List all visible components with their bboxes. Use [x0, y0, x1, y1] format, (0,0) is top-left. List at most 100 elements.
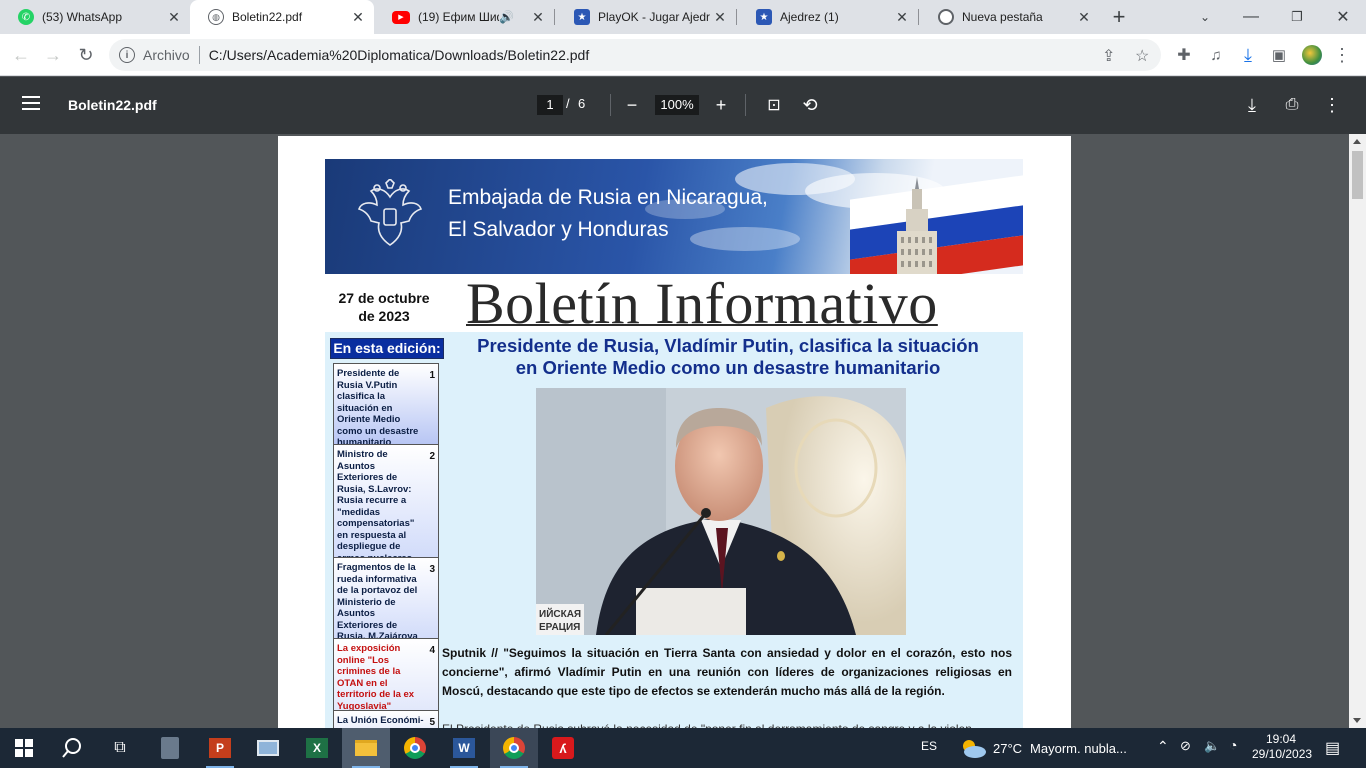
- powerpoint-icon: P: [209, 738, 231, 758]
- total-pages: 6: [578, 96, 586, 111]
- bookmark-star-icon[interactable]: ☆: [1135, 46, 1149, 66]
- clock[interactable]: 19:04 29/10/2023: [1252, 732, 1313, 762]
- downloads-icon[interactable]: ⤓: [1233, 40, 1263, 70]
- network-offline-icon[interactable]: ⊘: [1180, 738, 1191, 754]
- search-button[interactable]: [48, 728, 96, 768]
- article-photo: ИЙСКАЯ ЕРАЦИЯ: [536, 388, 906, 635]
- tab-nueva-pestana[interactable]: Nueva pestaña ✕: [920, 0, 1100, 34]
- url-text[interactable]: C:/Users/Academia%20Diplomatica/Download…: [209, 47, 590, 63]
- zoom-input[interactable]: 100%: [655, 95, 699, 115]
- toc-page-number: 2: [429, 451, 435, 462]
- network-app[interactable]: [244, 728, 292, 768]
- toc-item-text: La exposición online "Los crimines de la…: [337, 643, 415, 712]
- pdf-page: Embajada de Rusia en Nicaragua, El Salva…: [278, 136, 1071, 736]
- task-view-icon: ⧉: [114, 739, 126, 756]
- issue-date-line1: 27 de octubre: [338, 290, 430, 306]
- tab-whatsapp[interactable]: ✆ (53) WhatsApp ✕: [0, 0, 190, 34]
- cloud-sun-icon: [963, 740, 986, 758]
- close-icon[interactable]: ✕: [164, 9, 184, 26]
- share-icon[interactable]: ⇪: [1102, 46, 1115, 66]
- profile-avatar[interactable]: [1297, 40, 1327, 70]
- file-explorer-app[interactable]: [342, 728, 390, 768]
- search-icon: [62, 738, 81, 758]
- close-icon[interactable]: ✕: [710, 9, 730, 26]
- article-lead-paragraph: Sputnik // "Seguimos la situación en Tie…: [442, 646, 1012, 698]
- tab-ajedrez[interactable]: ★ Ajedrez (1) ✕: [738, 0, 918, 34]
- scroll-up-arrow-icon[interactable]: [1353, 139, 1361, 144]
- fit-to-page-icon[interactable]: ⊡: [762, 93, 786, 117]
- calculator-app[interactable]: [146, 728, 194, 768]
- excel-app[interactable]: X: [293, 728, 341, 768]
- forward-button[interactable]: →: [38, 40, 68, 70]
- acrobat-app[interactable]: ʎ: [539, 728, 587, 768]
- whatsapp-icon: ✆: [18, 9, 34, 25]
- toc-item[interactable]: Ministro de Asuntos Exteriores de Rusia,…: [333, 444, 439, 587]
- close-icon[interactable]: ✕: [892, 9, 912, 26]
- back-button[interactable]: ←: [6, 40, 36, 70]
- photo-caption-line2: ЕРАЦИЯ: [539, 622, 580, 633]
- chrome-icon: [938, 9, 954, 25]
- toc-item[interactable]: La exposición online "Los crimines de la…: [333, 638, 439, 712]
- scrollbar-thumb[interactable]: [1352, 151, 1363, 199]
- tab-title: Boletin22.pdf: [232, 10, 303, 24]
- tab-title: (53) WhatsApp: [42, 10, 123, 24]
- restore-button[interactable]: ❐: [1274, 0, 1320, 34]
- chrome-icon: [503, 737, 525, 759]
- close-icon[interactable]: ✕: [1074, 9, 1094, 26]
- toc-item-text: La Unión Económi-: [337, 715, 424, 726]
- tab-youtube[interactable]: ▶ (19) Ефим Шифр 🔊 ✕: [374, 0, 554, 34]
- new-tab-button[interactable]: +: [1106, 0, 1132, 34]
- chrome-icon: [404, 737, 426, 759]
- close-icon[interactable]: ✕: [528, 9, 548, 26]
- address-bar[interactable]: i Archivo C:/Users/Academia%20Diplomatic…: [109, 39, 1161, 71]
- reload-button[interactable]: ↻: [71, 40, 101, 70]
- more-options-icon[interactable]: ⋮: [1320, 93, 1344, 117]
- menu-kebab-icon[interactable]: ⋮: [1327, 40, 1357, 70]
- show-hidden-icons-chevron-icon[interactable]: ⌃: [1157, 738, 1169, 755]
- weather-widget[interactable]: 27°C Mayorm. nubla...: [959, 736, 1127, 760]
- info-icon[interactable]: i: [119, 47, 135, 63]
- menu-hamburger-icon[interactable]: [22, 96, 40, 110]
- media-control-icon[interactable]: ♫: [1201, 40, 1231, 70]
- chrome-app-active[interactable]: [490, 728, 538, 768]
- issue-date: 27 de octubre de 2023: [336, 289, 432, 325]
- wifi-icon[interactable]: ◔: [1229, 737, 1237, 753]
- toc-item[interactable]: Presidente de Rusia V.Putin clasifica la…: [333, 363, 439, 448]
- chrome-app[interactable]: [391, 728, 439, 768]
- toc-item[interactable]: Fragmentos de la rueda informativa de la…: [333, 557, 439, 642]
- minimize-button[interactable]: —: [1228, 0, 1274, 34]
- side-panel-icon[interactable]: ▣: [1264, 40, 1294, 70]
- notifications-icon[interactable]: ▤: [1325, 738, 1340, 758]
- folder-icon: [355, 740, 377, 756]
- clock-time: 19:04: [1265, 732, 1297, 746]
- start-button[interactable]: [0, 728, 48, 768]
- pdf-filename: Boletin22.pdf: [68, 97, 157, 113]
- putin-photo-illustration: ИЙСКАЯ ЕРАЦИЯ: [536, 388, 906, 635]
- zoom-in-button[interactable]: +: [709, 93, 733, 117]
- toc-heading: En esta edición:: [330, 338, 444, 359]
- scrollbar[interactable]: [1349, 134, 1366, 728]
- volume-icon[interactable]: 🔈: [1204, 738, 1220, 754]
- scroll-down-arrow-icon[interactable]: [1353, 718, 1361, 723]
- tab-playok[interactable]: ★ PlayOK - Jugar Ajedre ✕: [556, 0, 736, 34]
- browser-toolbar: ← → ↻ i Archivo C:/Users/Academia%20Dipl…: [0, 34, 1366, 76]
- powerpoint-app[interactable]: P: [196, 728, 244, 768]
- tab-boletin[interactable]: ◍ Boletin22.pdf ✕: [190, 0, 374, 34]
- toc-page-number: 1: [429, 370, 435, 381]
- page-number-input[interactable]: 1: [537, 95, 563, 115]
- close-window-button[interactable]: ✕: [1320, 0, 1366, 34]
- tab-search-chevron-icon[interactable]: ⌄: [1192, 0, 1218, 34]
- task-view-button[interactable]: ⧉: [96, 728, 144, 768]
- clock-date: 29/10/2023: [1252, 747, 1313, 761]
- close-icon[interactable]: ✕: [348, 9, 368, 26]
- double-headed-eagle-emblem: [357, 179, 423, 246]
- rotate-icon[interactable]: ⟲: [798, 93, 822, 117]
- zoom-out-button[interactable]: −: [620, 93, 644, 117]
- extensions-icon[interactable]: ✚: [1169, 40, 1199, 70]
- word-app[interactable]: W: [440, 728, 488, 768]
- download-icon[interactable]: ⤓: [1240, 93, 1264, 117]
- speaker-icon[interactable]: 🔊: [499, 10, 514, 24]
- language-indicator[interactable]: ES: [921, 739, 937, 753]
- print-icon[interactable]: ⎙: [1280, 93, 1304, 117]
- calculator-icon: [161, 737, 179, 759]
